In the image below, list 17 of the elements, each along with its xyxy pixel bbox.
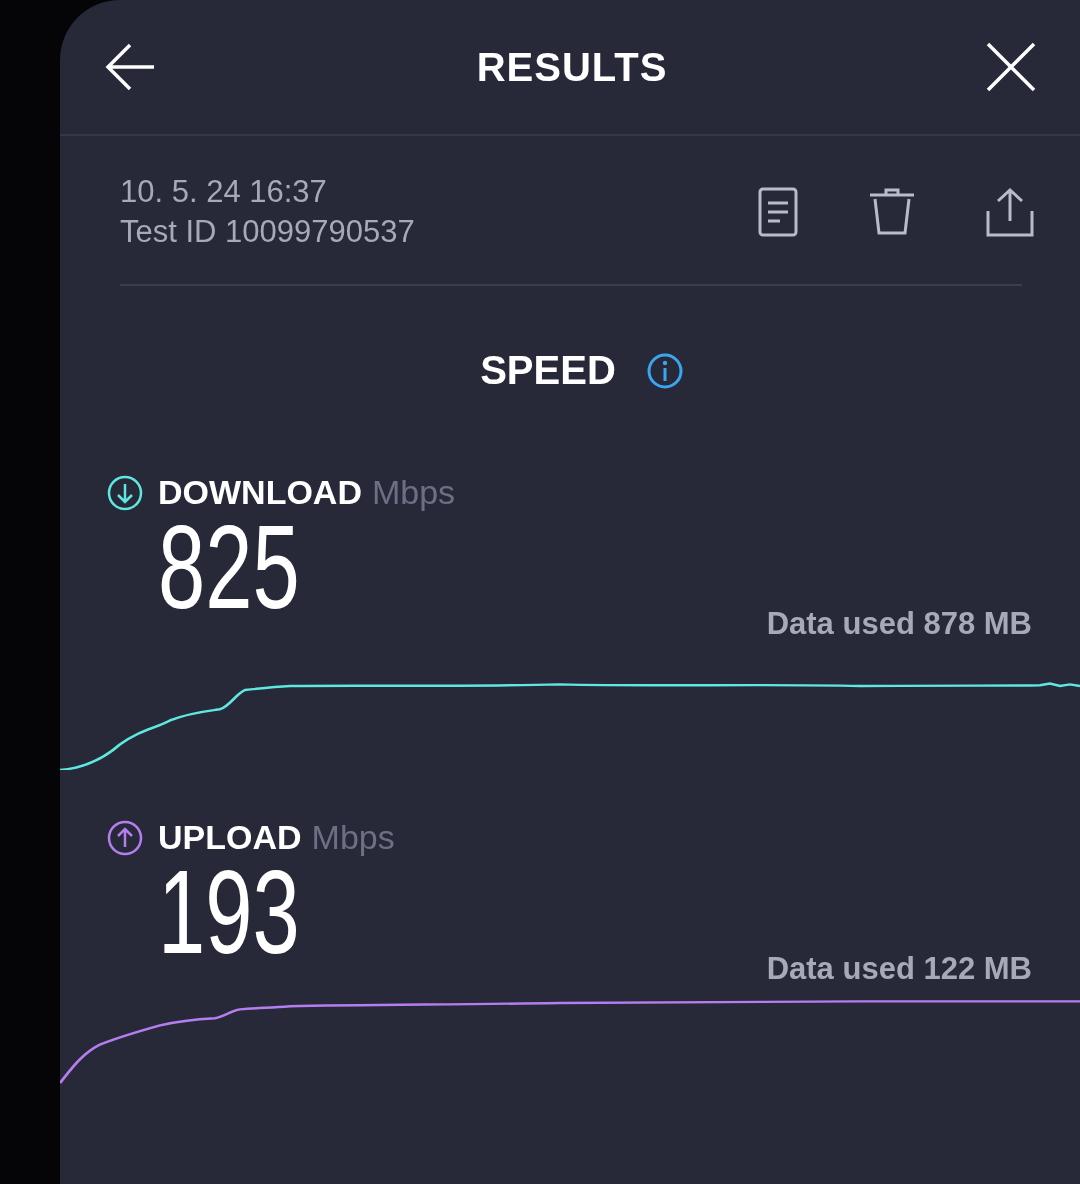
info-icon[interactable] — [645, 351, 684, 390]
section-title: SPEED — [480, 348, 616, 393]
close-button[interactable] — [986, 42, 1036, 92]
test-datetime: 10. 5. 24 16:37 — [120, 174, 328, 210]
data-used-text: Data used 122 MB — [766, 951, 1032, 987]
close-icon — [986, 42, 1036, 92]
data-used-text: Data used 878 MB — [766, 606, 1032, 642]
document-icon — [758, 187, 798, 237]
unit-label: Mbps — [371, 473, 456, 512]
trash-icon — [868, 187, 916, 237]
share-button[interactable] — [986, 187, 1034, 237]
screen-title: RESULTS — [476, 44, 668, 90]
test-id: Test ID 10099790537 — [120, 214, 415, 250]
document-button[interactable] — [758, 187, 798, 237]
share-icon — [986, 187, 1034, 237]
delete-button[interactable] — [868, 187, 916, 237]
unit-label: Mbps — [311, 818, 395, 857]
